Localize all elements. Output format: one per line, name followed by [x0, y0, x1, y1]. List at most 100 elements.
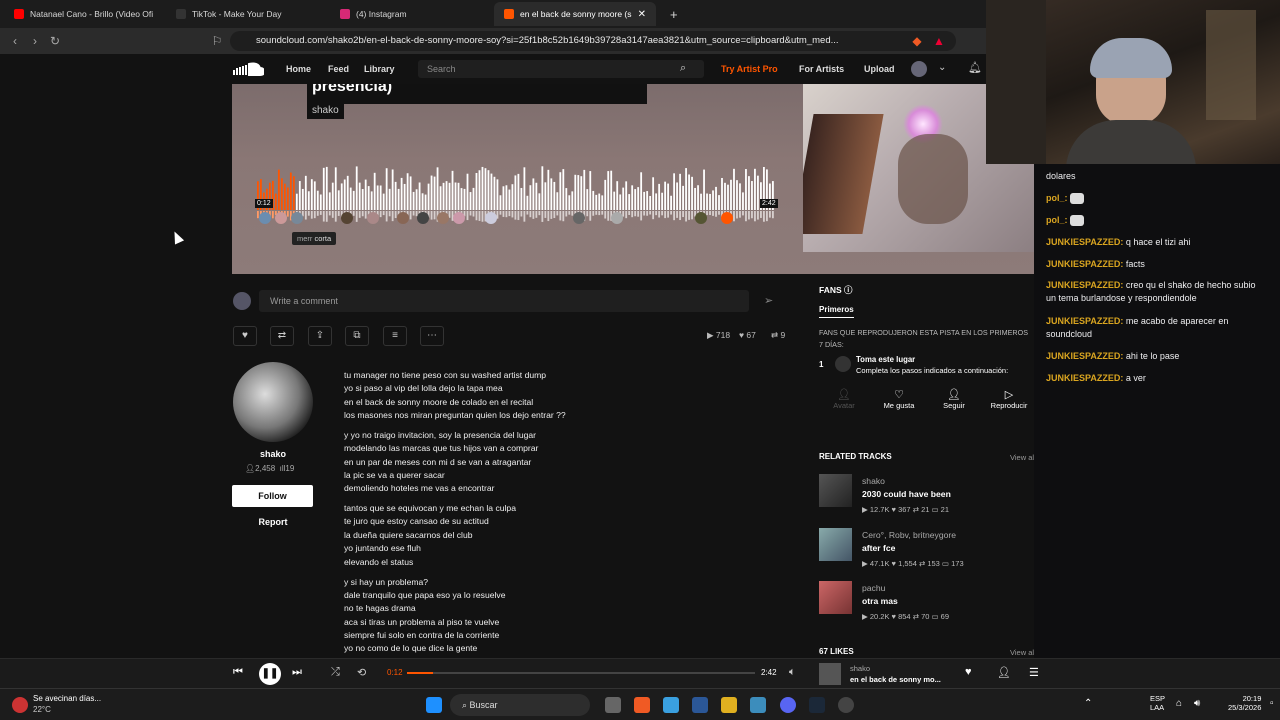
bookmark-icon[interactable]: ⚐ [208, 32, 226, 50]
pause-button[interactable]: ❚❚ [259, 663, 281, 685]
avatar[interactable] [437, 212, 449, 224]
more-button[interactable]: ⋯ [420, 326, 444, 346]
new-tab-button[interactable]: + [660, 2, 680, 26]
avatar[interactable] [695, 212, 707, 224]
send-icon[interactable]: ➢ [764, 294, 773, 307]
taskbar-search[interactable]: ⌕ Buscar [450, 694, 590, 716]
related-title[interactable]: after fce [862, 543, 895, 553]
avatar[interactable] [611, 212, 623, 224]
tab-instagram[interactable]: (4) Instagram [330, 2, 490, 26]
volume-icon[interactable]: 🔈︎ [789, 666, 796, 679]
notepad-icon[interactable] [663, 697, 679, 713]
brave-rewards-icon[interactable]: ▲ [930, 32, 948, 50]
url-field[interactable]: soundcloud.com/shako2b/en-el-back-de-son… [230, 31, 956, 51]
forward-icon[interactable]: › [26, 32, 44, 50]
track-thumb[interactable] [819, 581, 852, 614]
related-title[interactable]: otra mas [862, 596, 898, 606]
related-artist[interactable]: shako [862, 476, 885, 486]
notifications-icon[interactable]: ▫ [1270, 698, 1274, 709]
upload-link[interactable]: Upload [864, 54, 895, 84]
repeat-icon[interactable]: ⟲ [357, 666, 366, 679]
artist-avatar[interactable] [233, 362, 313, 442]
tab-primeros[interactable]: Primeros [819, 305, 854, 318]
related-view-all[interactable]: View all [1010, 453, 1036, 462]
tab-tiktok[interactable]: TikTok - Make Your Day [166, 2, 326, 26]
player-follow-icon[interactable]: 👤︎ [997, 666, 1011, 679]
back-icon[interactable]: ‹ [6, 32, 24, 50]
soundcloud-logo-icon[interactable] [232, 62, 266, 76]
avatar[interactable] [485, 212, 497, 224]
discord-icon[interactable] [780, 697, 796, 713]
for-artists-link[interactable]: For Artists [799, 54, 844, 84]
language-indicator[interactable]: ESP LAA [1150, 694, 1165, 712]
track-artist[interactable]: shako [307, 102, 344, 119]
nav-feed[interactable]: Feed [328, 54, 349, 84]
like-button[interactable]: ♥ [233, 326, 257, 346]
brave-icon[interactable] [634, 697, 650, 713]
calculator-icon[interactable] [692, 697, 708, 713]
search-icon[interactable]: ⌕ [680, 62, 686, 75]
try-artist-pro-link[interactable]: Try Artist Pro [721, 54, 778, 84]
add-to-playlist-button[interactable]: ≡ [383, 326, 407, 346]
user-avatar[interactable] [911, 61, 927, 77]
tab-soundcloud[interactable]: en el back de sonny moore (s ✕ [494, 2, 656, 26]
app-icon[interactable] [750, 697, 766, 713]
bell-icon[interactable]: 🔔︎ [968, 61, 982, 74]
steam-icon[interactable] [809, 697, 825, 713]
search-input[interactable]: Search [418, 60, 704, 78]
tab-youtube[interactable]: Natanael Cano - Brillo (Video Ofi [4, 2, 164, 26]
avatar[interactable] [397, 212, 409, 224]
player-thumb[interactable] [819, 663, 841, 685]
progress-bar[interactable] [407, 672, 755, 674]
related-artist[interactable]: Cero°, Robv, britneygore [862, 530, 956, 540]
nav-library[interactable]: Library [364, 54, 395, 84]
next-icon[interactable]: ⏭ [292, 666, 302, 679]
report-button[interactable]: Report [233, 517, 313, 527]
previous-icon[interactable]: ⏮ [233, 666, 243, 679]
speaker-icon[interactable]: 🔊︎ [1194, 698, 1200, 709]
queue-icon[interactable]: ☰ [1029, 666, 1039, 679]
chevron-down-icon[interactable]: ⌄ [938, 62, 946, 73]
weather-text[interactable]: Se avecinan días... [33, 694, 101, 703]
shuffle-icon[interactable]: ⤮ [331, 666, 340, 679]
track-thumb[interactable] [819, 528, 852, 561]
player-like-icon[interactable]: ♥ [965, 666, 972, 678]
avatar[interactable] [291, 212, 303, 224]
network-icon[interactable]: ⌂ [1176, 698, 1182, 709]
player-artist[interactable]: shako [850, 664, 870, 673]
avatar[interactable] [259, 212, 271, 224]
info-icon[interactable]: ⓘ [844, 285, 853, 295]
avatar[interactable] [721, 212, 733, 224]
avatar[interactable] [453, 212, 465, 224]
close-tab-icon[interactable]: ✕ [638, 9, 646, 20]
weather-icon[interactable] [12, 697, 28, 713]
brave-shield-icon[interactable]: ◆ [908, 32, 926, 50]
related-title[interactable]: 2030 could have been [862, 489, 951, 499]
windows-start-icon[interactable] [426, 697, 442, 713]
related-artist[interactable]: pachu [862, 583, 885, 593]
likes-view-all[interactable]: View all [1010, 648, 1036, 657]
artist-name[interactable]: shako [233, 449, 313, 459]
avatar[interactable] [417, 212, 429, 224]
task-view-icon[interactable] [605, 697, 621, 713]
obs-icon[interactable] [838, 697, 854, 713]
avatar[interactable] [275, 212, 287, 224]
copy-link-button[interactable]: ⧉ [345, 326, 369, 346]
clock[interactable]: 20:19 25/3/2026 [1228, 694, 1261, 712]
avatar[interactable] [573, 212, 585, 224]
step-follow[interactable]: 👤︎ Seguir [929, 388, 979, 410]
nav-home[interactable]: Home [286, 54, 311, 84]
comment-input[interactable]: Write a comment [259, 290, 749, 312]
avatar[interactable] [341, 212, 353, 224]
chevron-up-icon[interactable]: ⌃ [1084, 698, 1092, 709]
step-play[interactable]: ▷ Reproducir [984, 388, 1034, 410]
explorer-icon[interactable] [721, 697, 737, 713]
reload-icon[interactable]: ↻ [46, 32, 64, 50]
player-title[interactable]: en el back de sonny mo... [850, 675, 941, 684]
track-thumb[interactable] [819, 474, 852, 507]
follow-button[interactable]: Follow [232, 485, 313, 507]
repost-button[interactable]: ⇄ [270, 326, 294, 346]
share-button[interactable]: ⇪ [308, 326, 332, 346]
avatar[interactable] [367, 212, 379, 224]
step-like[interactable]: ♡ Me gusta [874, 388, 924, 410]
